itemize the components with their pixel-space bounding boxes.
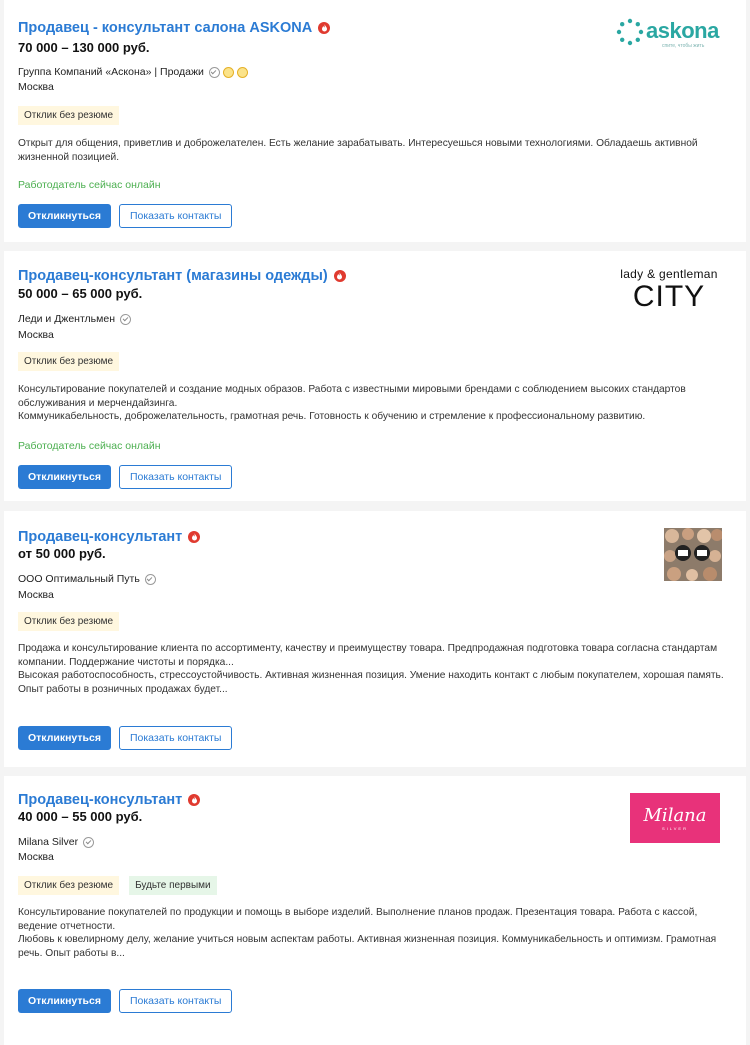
vacancy-description: Консультирование покупателей по продукци… <box>18 906 732 960</box>
badges: Отклик без резюме <box>18 106 120 125</box>
check-circle-icon <box>120 313 131 325</box>
photo-collage-icon <box>664 528 722 581</box>
company-logo[interactable]: Milana SILVER <box>630 793 720 843</box>
action-buttons: Откликнуться Показать контакты <box>18 726 233 750</box>
description-line: Открыт для общения, приветлив и доброжел… <box>18 138 698 163</box>
description-line: Консультирование покупателей по продукци… <box>18 907 698 932</box>
employer-online-status: Работодатель сейчас онлайн <box>18 440 161 452</box>
no-resume-badge: Отклик без резюме <box>18 352 120 371</box>
vacancy-city: Москва <box>18 81 54 93</box>
fire-icon <box>318 22 331 34</box>
company-logo[interactable] <box>664 528 722 581</box>
description-line: Любовь к ювелирному делу, желание учитьс… <box>18 934 717 959</box>
company-name[interactable]: Группа Компаний «Аскона» | Продажи <box>18 66 204 78</box>
vacancy-card: Продавец-консультант 40 000 – 55 000 руб… <box>4 776 746 1045</box>
badges: Отклик без резюме Будьте первыми <box>18 876 217 895</box>
vacancy-title[interactable]: Продавец-консультант <box>18 528 182 546</box>
respond-button[interactable]: Откликнуться <box>18 726 111 750</box>
vacancy-description: Консультирование покупателей и создание … <box>18 383 732 424</box>
logo-tagline: спите, чтобы жить <box>662 43 705 49</box>
badges: Отклик без резюме <box>18 612 120 631</box>
askona-mark-icon <box>616 18 644 46</box>
company-row: Леди и Джентльмен <box>18 313 131 325</box>
action-buttons: Откликнуться Показать контакты <box>18 204 233 228</box>
company-row: Milana Silver <box>18 836 95 848</box>
vacancy-title[interactable]: Продавец - консультант салона ASKONA <box>18 19 312 37</box>
company-row: ООО Оптимальный Путь <box>18 573 156 585</box>
logo-wordmark: askona <box>646 18 719 43</box>
action-buttons: Откликнуться Показать контакты <box>18 465 233 489</box>
vacancy-title-row: Продавец - консультант салона ASKONA <box>18 19 331 37</box>
vacancy-title[interactable]: Продавец-консультант (магазины одежды) <box>18 267 328 285</box>
description-line: Продажа и консультирование клиента по ас… <box>18 643 718 668</box>
fire-icon <box>333 270 346 282</box>
action-buttons: Откликнуться Показать контакты <box>18 989 233 1013</box>
fire-icon <box>188 794 201 806</box>
vacancy-title-row: Продавец-консультант <box>18 791 201 809</box>
show-contacts-button[interactable]: Показать контакты <box>118 726 233 750</box>
description-line: Коммуникабельность, доброжелательность, … <box>18 411 646 422</box>
company-name[interactable]: Milana Silver <box>18 836 78 848</box>
be-first-badge: Будьте первыми <box>129 876 217 895</box>
vacancy-title-row: Продавец-консультант (магазины одежды) <box>18 267 346 285</box>
vacancy-card: Продавец-консультант от 50 000 руб. ООО … <box>4 511 746 767</box>
description-line: Консультирование покупателей и создание … <box>18 384 686 409</box>
company-row: Группа Компаний «Аскона» | Продажи <box>18 66 248 78</box>
vacancy-salary: от 50 000 руб. <box>18 546 106 561</box>
check-circle-icon <box>208 66 220 78</box>
medal-icon <box>236 66 248 78</box>
respond-button[interactable]: Откликнуться <box>18 204 111 228</box>
company-logo[interactable]: lady & gentleman CITY <box>614 267 724 315</box>
vacancy-salary: 50 000 – 65 000 руб. <box>18 286 143 301</box>
vacancy-description: Продажа и консультирование клиента по ас… <box>18 642 732 696</box>
vacancy-salary: 40 000 – 55 000 руб. <box>18 809 143 824</box>
no-resume-badge: Отклик без резюме <box>18 106 120 125</box>
vacancy-city: Москва <box>18 329 54 341</box>
vacancy-city: Москва <box>18 851 54 863</box>
badges: Отклик без резюме <box>18 352 120 371</box>
vacancy-salary: 70 000 – 130 000 руб. <box>18 40 150 55</box>
employer-online-status: Работодатель сейчас онлайн <box>18 179 161 191</box>
no-resume-badge: Отклик без резюме <box>18 612 120 631</box>
logo-wordmark: CITY <box>632 280 706 313</box>
check-circle-icon <box>144 573 156 585</box>
logo-wordmark: Milana <box>643 805 707 826</box>
vacancy-card: Продавец - консультант салона ASKONA 70 … <box>4 0 746 242</box>
vacancy-title[interactable]: Продавец-консультант <box>18 791 182 809</box>
company-name[interactable]: ООО Оптимальный Путь <box>18 573 140 585</box>
show-contacts-button[interactable]: Показать контакты <box>118 989 233 1013</box>
show-contacts-button[interactable]: Показать контакты <box>118 465 233 489</box>
company-name[interactable]: Леди и Джентльмен <box>18 313 115 325</box>
logo-top-text: lady & gentleman <box>620 267 718 281</box>
respond-button[interactable]: Откликнуться <box>18 989 111 1013</box>
description-line: Высокая работоспособность, стрессоустойч… <box>18 670 724 695</box>
vacancy-title-row: Продавец-консультант <box>18 528 201 546</box>
vacancy-card: Продавец-консультант (магазины одежды) 5… <box>4 251 746 501</box>
respond-button[interactable]: Откликнуться <box>18 465 111 489</box>
company-logo[interactable]: askona спите, чтобы жить <box>616 16 728 50</box>
vacancy-description: Открыт для общения, приветлив и доброжел… <box>18 137 732 164</box>
no-resume-badge: Отклик без резюме <box>18 876 120 895</box>
fire-icon <box>188 531 201 543</box>
check-circle-icon <box>83 836 95 848</box>
logo-subtext: SILVER <box>662 826 688 831</box>
show-contacts-button[interactable]: Показать контакты <box>118 204 233 228</box>
medal-icon <box>222 66 234 78</box>
vacancy-city: Москва <box>18 589 54 601</box>
